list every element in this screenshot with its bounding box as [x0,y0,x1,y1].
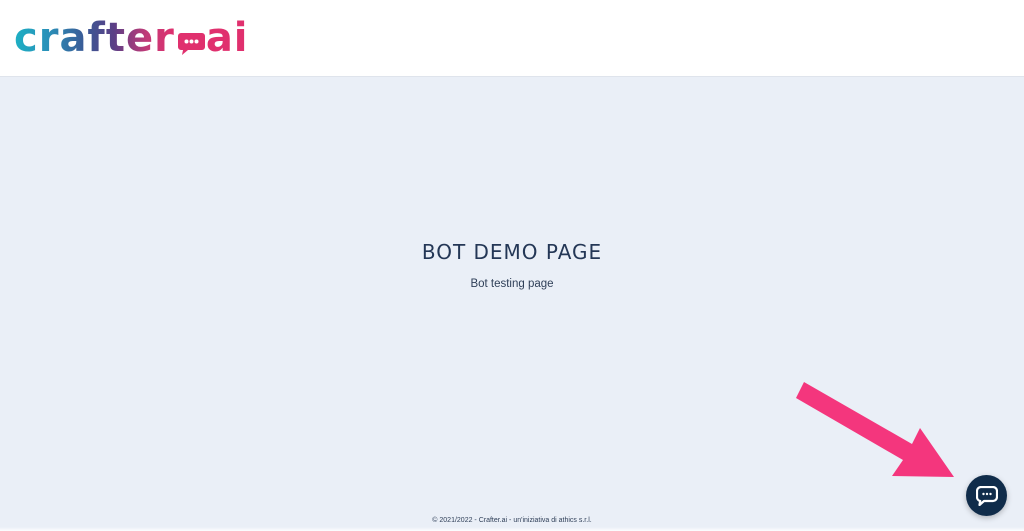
hero-section: BOT DEMO PAGE Bot testing page [0,238,1024,292]
footer-copyright: © 2021/2022 - Crafter.ai - un'iniziativa… [432,517,592,524]
logo-wordmark: crafter [14,15,175,61]
page-title: BOT DEMO PAGE [421,240,603,264]
site-header: crafter ai [0,0,1024,77]
page-subtitle: Bot testing page [470,278,554,290]
logo-chat-dot-icon [177,33,205,55]
crafter-ai-logo[interactable]: crafter ai [14,10,249,66]
pointer-arrow-icon [796,382,954,477]
chat-launcher-button[interactable] [966,475,1007,516]
chat-bubble-icon [975,485,998,506]
bottom-divider [0,527,1024,531]
logo-suffix: ai [205,15,249,61]
page: crafter ai BOT DEMO PAGE Bot testing pag… [0,0,1024,531]
